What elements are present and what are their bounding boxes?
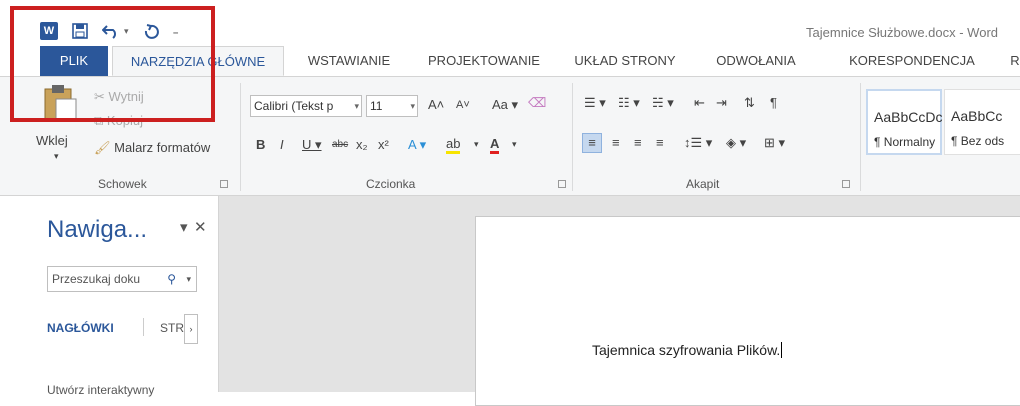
quick-access-toolbar: W ▾ ₌ (40, 22, 179, 40)
bold-icon[interactable]: B (256, 137, 265, 152)
undo-icon[interactable] (102, 23, 120, 39)
chevron-down-icon[interactable]: ▾ (474, 139, 479, 150)
clipboard-launcher-icon[interactable] (220, 180, 228, 188)
line-spacing-icon[interactable]: ↕☰ ▾ (684, 135, 712, 151)
document-page[interactable]: Tajemnica szyfrowania Plików. (475, 216, 1020, 406)
cut-label: Wytnij (108, 89, 144, 104)
chevron-right-icon[interactable]: › (184, 314, 198, 344)
font-size-value: 11 (370, 99, 383, 113)
navigation-pane-title: Nawiga... (47, 216, 148, 243)
clipboard-group-label: Schowek (98, 177, 147, 191)
tab-pages[interactable]: STR (160, 321, 184, 335)
scissors-icon: ✂ (94, 89, 109, 104)
shrink-font-icon[interactable]: A˅ (456, 99, 470, 111)
show-formatting-icon[interactable]: ¶ (770, 95, 777, 110)
font-size-combo[interactable]: 11 ▾ (366, 95, 418, 117)
change-case-icon[interactable]: Aa ▾ (492, 97, 518, 113)
redo-icon[interactable] (143, 23, 159, 39)
paste-icon[interactable] (42, 83, 78, 126)
underline-icon[interactable]: U ▾ (302, 137, 322, 153)
save-icon[interactable] (72, 23, 88, 39)
subscript-icon[interactable]: x₂ (356, 137, 368, 152)
style-normal[interactable]: AaBbCcDc ¶ Normalny (866, 89, 942, 155)
tab-references[interactable]: ODWOŁANIA (706, 46, 806, 76)
group-divider (240, 83, 241, 191)
text-effects-icon[interactable]: A ▾ (408, 137, 426, 153)
font-color-icon[interactable]: A (490, 137, 500, 154)
copy-icon: ⧉ (94, 113, 107, 128)
text-cursor (781, 342, 783, 358)
copy-label: Kopiuj (106, 113, 144, 128)
tab-insert[interactable]: WSTAWIANIE (294, 46, 404, 76)
close-icon[interactable]: ✕ (194, 218, 207, 236)
paste-button-label[interactable]: Wklej (36, 133, 68, 148)
align-right-icon[interactable]: ≡ (634, 135, 642, 150)
superscript-icon[interactable]: x² (378, 137, 389, 152)
paragraph-launcher-icon[interactable] (842, 180, 850, 188)
tab-file[interactable]: PLIK (40, 46, 108, 76)
customize-qat-icon[interactable]: ₌ (173, 24, 179, 38)
font-name-value: Calibri (Tekst p (254, 99, 334, 113)
format-painter-label: Malarz formatów (114, 140, 211, 155)
tab-design[interactable]: PROJEKTOWANIE (414, 46, 554, 76)
chevron-down-icon[interactable]: ▾ (186, 267, 191, 291)
borders-icon[interactable]: ⊞ ▾ (764, 135, 785, 151)
search-placeholder: Przeszukaj doku (52, 272, 141, 286)
tab-review[interactable]: R (1008, 46, 1020, 76)
document-title: Tajemnice Służbowe.docx - Word (806, 25, 998, 40)
tab-headings[interactable]: NAGŁÓWKI (47, 321, 114, 335)
shading-icon[interactable]: ◈ ▾ (726, 135, 746, 151)
chevron-down-icon: ▾ (410, 101, 415, 111)
grow-font-icon[interactable]: A˄ (428, 97, 444, 112)
cut-button[interactable]: ✂ Wytnij (94, 89, 144, 105)
format-painter-button[interactable]: 🖌 Malarz formatów (94, 140, 210, 156)
style-name: ¶ Bez ods (951, 134, 1005, 148)
font-launcher-icon[interactable] (558, 180, 566, 188)
tab-home[interactable]: NARZĘDZIA GŁÓWNE (112, 46, 284, 76)
style-sample: AaBbCcDc (874, 109, 943, 125)
group-divider (860, 83, 861, 191)
undo-dropdown-icon[interactable]: ▾ (124, 26, 129, 37)
align-left-icon[interactable]: ≡ (582, 133, 602, 153)
brush-icon: 🖌 (94, 140, 115, 155)
document-workspace: Tajemnica szyfrowania Plików. (219, 196, 1020, 406)
group-divider (572, 83, 573, 191)
pane-options-icon[interactable]: ▾ (180, 218, 188, 236)
search-icon[interactable]: ⚲ (167, 267, 176, 291)
paragraph-group-label: Akapit (686, 177, 720, 191)
tab-divider (143, 318, 144, 336)
sort-icon[interactable]: ⇅ (744, 95, 755, 111)
paste-dropdown-icon[interactable]: ▾ (54, 151, 59, 162)
multilevel-list-icon[interactable]: ☵ ▾ (652, 95, 674, 111)
navigation-pane: Nawiga... ▾ ✕ Przeszukaj doku ⚲ ▾ NAGŁÓW… (0, 196, 219, 397)
strikethrough-icon[interactable]: abc (332, 139, 348, 150)
italic-icon[interactable]: I (280, 137, 284, 152)
chevron-down-icon[interactable]: ▾ (512, 139, 517, 150)
word-app-icon[interactable]: W (40, 22, 58, 40)
ribbon: Wklej ▾ ✂ Wytnij ⧉ Kopiuj 🖌 Malarz forma… (0, 77, 1020, 196)
document-text-content: Tajemnica szyfrowania Plików. (592, 342, 781, 358)
chevron-down-icon: ▾ (354, 101, 359, 111)
font-name-combo[interactable]: Calibri (Tekst p ▾ (250, 95, 362, 117)
decrease-indent-icon[interactable]: ⇤ (694, 95, 705, 111)
highlight-color-icon[interactable]: ab (446, 137, 461, 154)
copy-button[interactable]: ⧉ Kopiuj (94, 113, 143, 129)
style-name: ¶ Normalny (874, 135, 936, 149)
search-input[interactable]: Przeszukaj doku ⚲ ▾ (47, 266, 197, 292)
tab-mailings[interactable]: KORESPONDENCJA (832, 46, 992, 76)
font-group-label: Czcionka (366, 177, 416, 191)
style-sample: AaBbCc (951, 108, 1003, 124)
numbering-icon[interactable]: ☷ ▾ (618, 95, 640, 111)
navigation-help-text: Utwórz interaktywny (47, 383, 155, 397)
document-text[interactable]: Tajemnica szyfrowania Plików. (592, 342, 783, 358)
ribbon-tabs: PLIK NARZĘDZIA GŁÓWNE WSTAWIANIE PROJEKT… (0, 46, 1020, 77)
title-bar: W ▾ ₌ Tajemnice Służbowe.docx - Word (0, 0, 1020, 46)
justify-icon[interactable]: ≡ (656, 135, 664, 150)
bullets-icon[interactable]: ☰ ▾ (584, 95, 606, 111)
tab-layout[interactable]: UKŁAD STRONY (564, 46, 686, 76)
align-center-icon[interactable]: ≡ (612, 135, 620, 150)
style-no-spacing[interactable]: AaBbCc ¶ Bez ods (944, 89, 1020, 155)
increase-indent-icon[interactable]: ⇥ (716, 95, 727, 111)
clear-formatting-icon[interactable]: ⌫ (528, 95, 546, 111)
